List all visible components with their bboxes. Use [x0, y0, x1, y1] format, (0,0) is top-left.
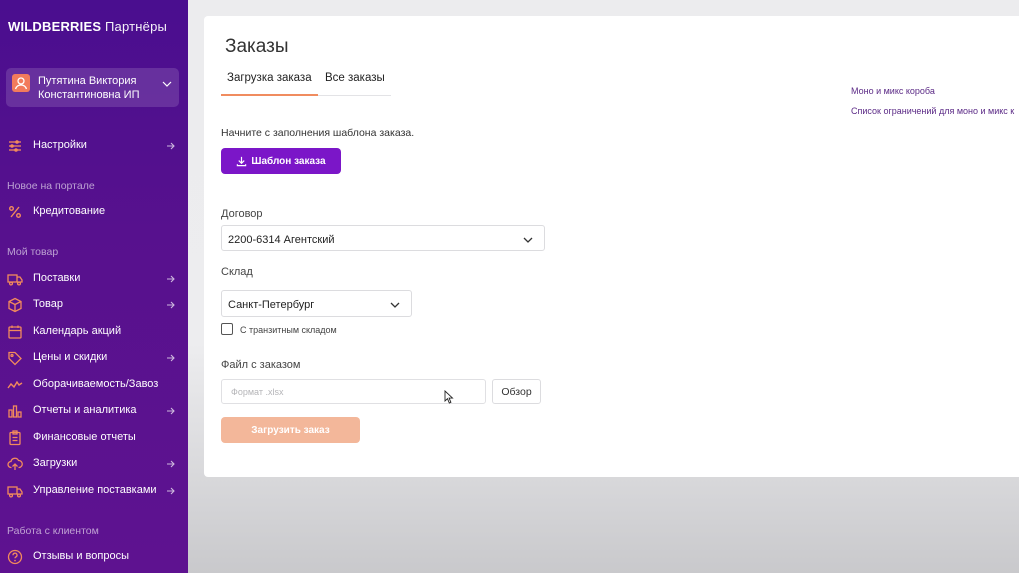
- sliders-icon: [7, 138, 23, 154]
- arrow-right-icon: [165, 299, 177, 311]
- template-button-label: Шаблон заказа: [251, 155, 326, 167]
- contract-label: Договор: [221, 208, 263, 220]
- sidebar-item-promo-calendar[interactable]: Календарь акций: [0, 321, 188, 343]
- contract-value: 2200-6314 Агентский: [228, 234, 335, 246]
- upload-order-button[interactable]: Загрузить заказ: [221, 417, 360, 443]
- sidebar-item-reports[interactable]: Отчеты и аналитика: [0, 400, 188, 422]
- arrow-right-icon: [165, 140, 177, 152]
- sidebar-item-label: Отзывы и вопросы: [33, 550, 129, 562]
- arrow-right-icon: [165, 273, 177, 285]
- sidebar-item-prices[interactable]: Цены и скидки: [0, 347, 188, 369]
- brand-name: WILDBERRIES: [8, 19, 102, 34]
- section-title-new: Новое на портале: [7, 180, 95, 192]
- sidebar-item-label: Календарь акций: [33, 325, 122, 337]
- browse-button[interactable]: Обзор: [492, 379, 541, 404]
- trend-icon: [7, 377, 23, 393]
- truck-icon: [7, 271, 23, 287]
- warehouse-select[interactable]: Санкт-Петербург: [221, 290, 412, 317]
- brand-suffix: Партнёры: [105, 19, 168, 34]
- box-icon: [7, 297, 23, 313]
- sidebar-item-label: Управление поставками: [33, 484, 157, 496]
- bar-chart-icon: [7, 403, 23, 419]
- sidebar-item-financial-reports[interactable]: Финансовые отчеты: [0, 427, 188, 449]
- arrow-right-icon: [165, 485, 177, 497]
- sidebar-item-uploads[interactable]: Загрузки: [0, 453, 188, 475]
- contract-select[interactable]: 2200-6314 Агентский: [221, 225, 545, 251]
- arrow-right-icon: [165, 352, 177, 364]
- sidebar-item-label: Оборачиваемость/Завоз: [33, 378, 159, 390]
- sidebar-item-settings[interactable]: Настройки: [0, 135, 188, 157]
- arrow-right-icon: [165, 458, 177, 470]
- question-icon: [7, 549, 23, 565]
- link-mono-mix-boxes[interactable]: Моно и микс короба: [851, 86, 935, 96]
- tag-icon: [7, 350, 23, 366]
- sidebar-item-supply-management[interactable]: Управление поставками: [0, 480, 188, 502]
- link-mono-mix-restrictions[interactable]: Список ограничений для моно и микс к: [851, 106, 1014, 116]
- user-icon: [12, 74, 30, 92]
- sidebar-item-label: Загрузки: [33, 457, 78, 469]
- chevron-down-icon: [389, 299, 401, 311]
- tabs: Загрузка заказа Все заказы: [221, 71, 391, 96]
- sidebar-item-label: Отчеты и аналитика: [33, 404, 137, 416]
- page-title: Заказы: [225, 36, 289, 57]
- sidebar: WILDBERRIES Партнёры Путятина Виктория К…: [0, 0, 188, 573]
- delivery-truck-icon: [7, 483, 23, 499]
- sidebar-item-supplies[interactable]: Поставки: [0, 268, 188, 290]
- tab-upload-order[interactable]: Загрузка заказа: [221, 71, 318, 96]
- file-label: Файл с заказом: [221, 359, 301, 371]
- profile-name: Путятина Виктория Константиновна ИП: [38, 75, 140, 101]
- calendar-icon: [7, 324, 23, 340]
- sidebar-item-label: Товар: [33, 298, 63, 310]
- template-download-button[interactable]: Шаблон заказа: [221, 148, 341, 174]
- brand-logo[interactable]: WILDBERRIES Партнёры: [8, 19, 167, 34]
- hint-text: Начните с заполнения шаблона заказа.: [221, 127, 415, 139]
- sidebar-item-label: Поставки: [33, 272, 81, 284]
- chevron-down-icon: [522, 234, 534, 246]
- warehouse-value: Санкт-Петербург: [228, 299, 315, 311]
- warehouse-label: Склад: [221, 266, 253, 278]
- upload-cloud-icon: [7, 456, 23, 472]
- sidebar-item-goods[interactable]: Товар: [0, 294, 188, 316]
- profile-card[interactable]: Путятина Виктория Константиновна ИП: [6, 68, 179, 107]
- sidebar-item-feedback[interactable]: Отзывы и вопросы: [0, 546, 188, 568]
- clipboard-icon: [7, 430, 23, 446]
- sidebar-item-label: Финансовые отчеты: [33, 431, 136, 443]
- tab-all-orders[interactable]: Все заказы: [325, 71, 385, 96]
- percent-icon: [7, 204, 23, 220]
- section-title-goods: Мой товар: [7, 246, 59, 258]
- sidebar-item-label: Цены и скидки: [33, 351, 108, 363]
- sidebar-item-label: Настройки: [33, 139, 87, 151]
- download-icon: [237, 156, 247, 166]
- sidebar-item-turnover[interactable]: Оборачиваемость/Завоз: [0, 374, 188, 396]
- arrow-right-icon: [165, 405, 177, 417]
- chevron-down-icon[interactable]: [161, 77, 173, 89]
- sidebar-item-crediting[interactable]: Кредитование: [0, 201, 188, 223]
- transit-warehouse-checkbox[interactable]: [221, 323, 233, 335]
- section-title-clients: Работа с клиентом: [7, 525, 99, 537]
- main-card: Заказы Загрузка заказа Все заказы Моно и…: [204, 16, 1019, 477]
- transit-warehouse-label: С транзитным складом: [240, 325, 337, 335]
- sidebar-item-label: Кредитование: [33, 205, 106, 217]
- mouse-cursor-icon: [444, 390, 454, 404]
